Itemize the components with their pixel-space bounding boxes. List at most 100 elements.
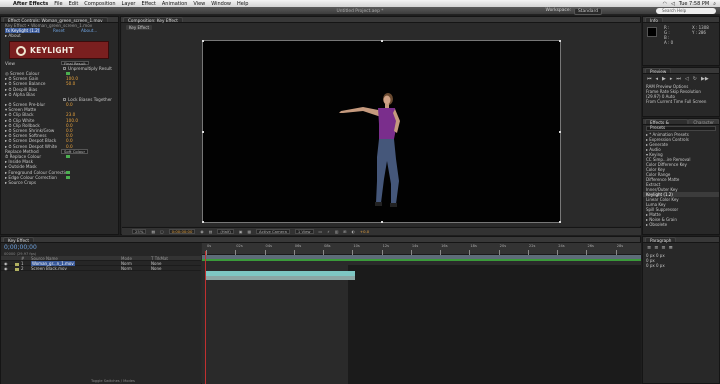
keyed-woman-footage bbox=[339, 93, 400, 207]
label-color[interactable] bbox=[15, 267, 19, 271]
viewer-tab[interactable]: Key Effect bbox=[126, 25, 153, 30]
tab-timeline[interactable]: Key Effect bbox=[3, 236, 34, 242]
tab-info[interactable]: Info bbox=[645, 16, 663, 22]
exposure-icon[interactable]: ◐ bbox=[352, 229, 355, 234]
loop-icon[interactable]: ↻ bbox=[693, 76, 697, 82]
timeline-icon[interactable]: ▥ bbox=[335, 229, 339, 234]
play-icon[interactable]: ▶ bbox=[662, 76, 666, 82]
effect-param-row[interactable]: ▸ Source Crops bbox=[1, 180, 118, 185]
effects-list-item[interactable]: ▸ Obsolete bbox=[643, 222, 719, 227]
layer-duration-bar[interactable] bbox=[205, 276, 355, 280]
tab-character[interactable]: Character bbox=[688, 118, 719, 124]
frame-handle[interactable] bbox=[202, 221, 204, 223]
menu-app-name[interactable]: After Effects bbox=[13, 1, 48, 7]
menu-effect[interactable]: Effect bbox=[141, 1, 155, 7]
about-row[interactable]: ▸ About bbox=[1, 33, 118, 38]
current-time-display[interactable]: 0:00:00:00 bbox=[168, 229, 196, 234]
tab-composition[interactable]: Composition: Key Effect bbox=[123, 16, 183, 22]
fast-preview-icon[interactable]: ⚡ bbox=[327, 229, 330, 234]
frame-handle[interactable] bbox=[381, 221, 383, 223]
param-dropdown[interactable]: Soft Colour bbox=[61, 149, 89, 154]
ram-preview-icon[interactable]: ▶▶ bbox=[701, 76, 709, 82]
menu-file[interactable]: File bbox=[54, 1, 62, 7]
timeline-timecode[interactable]: 0;00;00;00 bbox=[1, 243, 201, 252]
exposure-value[interactable]: +0.0 bbox=[360, 229, 369, 234]
menu-animation[interactable]: Animation bbox=[162, 1, 188, 7]
preview-from-current[interactable]: From Current Time Full Screen bbox=[643, 99, 719, 104]
flowchart-icon[interactable]: ⊞ bbox=[343, 229, 346, 234]
ruler-label: 10s bbox=[353, 244, 360, 248]
menu-layer[interactable]: Layer bbox=[122, 1, 136, 7]
color-swatch[interactable] bbox=[66, 175, 70, 179]
workspace-switcher: Workspace: Standard bbox=[546, 8, 602, 15]
prev-frame-icon[interactable]: ◂ bbox=[656, 76, 659, 82]
layer-trkmat[interactable]: None bbox=[151, 266, 161, 271]
mask-icon[interactable]: ▢ bbox=[160, 229, 164, 234]
pixel-aspect-icon[interactable]: ▭ bbox=[319, 229, 323, 234]
first-frame-icon[interactable]: ⏮ bbox=[647, 76, 652, 82]
current-time-indicator[interactable] bbox=[205, 251, 206, 384]
spotlight-icon[interactable]: ⌕ bbox=[713, 1, 716, 7]
resolution-dropdown[interactable]: (Half) bbox=[217, 229, 234, 234]
frame-handle[interactable] bbox=[202, 40, 204, 42]
frame-handle[interactable] bbox=[559, 131, 561, 133]
tab-effects-presets[interactable]: Effects & Presets bbox=[645, 118, 689, 129]
paragraph-panel: Paragraph ≡ ≡ ≡ ≣ 0 px 0 px 0 px 0 px 0 … bbox=[642, 236, 720, 384]
comp-frame[interactable] bbox=[202, 40, 561, 223]
magnification-dropdown[interactable]: 25% bbox=[132, 229, 147, 234]
volume-icon[interactable]: ◁ bbox=[671, 1, 675, 7]
justify-icon[interactable]: ≣ bbox=[669, 245, 673, 251]
composition-panel: Composition: Key Effect Key Effect 25% ▦… bbox=[120, 16, 641, 235]
transparency-grid-icon[interactable]: ▩ bbox=[247, 229, 251, 234]
frame-handle[interactable] bbox=[381, 40, 383, 42]
tab-paragraph[interactable]: Paragraph bbox=[645, 236, 677, 242]
menu-edit[interactable]: Edit bbox=[69, 1, 79, 7]
align-right-icon[interactable]: ≡ bbox=[661, 245, 665, 251]
ruler-label: 02s bbox=[236, 244, 243, 248]
tab-effect-controls[interactable]: Effect Controls: Woman_green_screen_1.mo… bbox=[3, 16, 108, 22]
align-buttons: ≡ ≡ ≡ ≣ bbox=[643, 243, 719, 253]
camera-dropdown[interactable]: Active Camera bbox=[256, 229, 290, 234]
layer-name[interactable]: Screen Black.mov bbox=[31, 266, 67, 271]
timeline-graph[interactable]: 0s 02s 04s 06s 08s 10s 12s 14s 16s 18s 20s 22s 24s 26… bbox=[202, 243, 641, 384]
layer-mode[interactable]: Norm bbox=[121, 266, 132, 271]
menu-window[interactable]: Window bbox=[211, 1, 231, 7]
param-dropdown[interactable]: Final Result bbox=[61, 60, 89, 66]
param-checkbox[interactable] bbox=[63, 98, 66, 102]
frame-handle[interactable] bbox=[559, 40, 561, 42]
roi-icon[interactable]: ▣ bbox=[239, 229, 243, 234]
color-swatch[interactable] bbox=[66, 170, 70, 174]
workspace-dropdown[interactable]: Standard bbox=[574, 8, 602, 15]
ruler-label: 18s bbox=[470, 244, 477, 248]
wifi-icon[interactable]: ◠ bbox=[663, 1, 667, 7]
toggle-switches-modes[interactable]: Toggle Switches / Modes bbox=[91, 379, 135, 383]
last-frame-icon[interactable]: ⏭ bbox=[676, 76, 681, 82]
ruler-label: 20s bbox=[499, 244, 507, 248]
time-ruler[interactable]: 0s 02s 04s 06s 08s 10s 12s 14s 16s 18s 20s 22s 24s 26… bbox=[202, 243, 641, 255]
layer-number: 2 bbox=[21, 266, 24, 271]
info-panel: Info R : G : B : A : 0 X : 1308 Y : 286 bbox=[642, 16, 720, 66]
menu-help[interactable]: Help bbox=[237, 1, 248, 7]
next-frame-icon[interactable]: ▸ bbox=[670, 76, 673, 82]
param-checkbox[interactable] bbox=[63, 67, 66, 71]
paragraph-spacing[interactable]: 0 px 0 px bbox=[643, 263, 719, 268]
align-center-icon[interactable]: ≡ bbox=[654, 245, 658, 251]
channel-icon[interactable]: ▤ bbox=[209, 229, 213, 234]
menu-view[interactable]: View bbox=[193, 1, 205, 7]
frame-handle[interactable] bbox=[559, 221, 561, 223]
visibility-icon[interactable]: ◉ bbox=[4, 266, 8, 271]
menu-clock[interactable]: Tue 7:58 PM bbox=[679, 1, 709, 7]
view-layout-dropdown[interactable]: 1 View bbox=[294, 229, 314, 234]
snapshot-icon[interactable]: ◉ bbox=[200, 229, 203, 234]
search-help-input[interactable]: Search Help bbox=[656, 8, 716, 14]
color-swatch[interactable] bbox=[66, 71, 70, 75]
menu-composition[interactable]: Composition bbox=[84, 1, 115, 7]
tab-preview[interactable]: Preview bbox=[645, 67, 672, 73]
align-left-icon[interactable]: ≡ bbox=[647, 245, 651, 251]
frame-handle[interactable] bbox=[202, 131, 204, 133]
audio-icon[interactable]: ◁ bbox=[685, 76, 689, 82]
composition-viewer[interactable]: Key Effect bbox=[122, 23, 641, 226]
grid-icon[interactable]: ▦ bbox=[151, 229, 155, 234]
color-swatch[interactable] bbox=[66, 154, 70, 158]
layer-row[interactable]: ◉ 2 Screen Black.mov Norm None bbox=[1, 266, 201, 271]
